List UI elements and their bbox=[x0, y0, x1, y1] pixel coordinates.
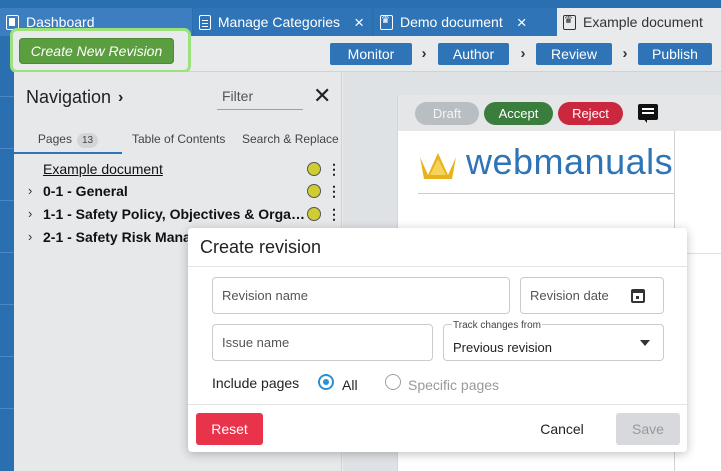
save-button[interactable]: Save bbox=[616, 413, 680, 445]
tab-label: Demo document bbox=[400, 14, 503, 30]
chevron-right-icon[interactable]: › bbox=[118, 89, 123, 107]
include-pages-label: Include pages bbox=[212, 375, 300, 391]
tree-item[interactable]: › 0-1 - General ⋮ bbox=[14, 180, 342, 202]
webmanuals-icon bbox=[380, 14, 393, 30]
close-icon[interactable]: × bbox=[354, 14, 364, 31]
expand-arrow-icon[interactable]: › bbox=[28, 226, 32, 248]
status-dot bbox=[307, 184, 321, 198]
left-sidebar-strip bbox=[0, 36, 14, 471]
radio-all[interactable] bbox=[318, 374, 334, 390]
stage-author-button[interactable]: Author bbox=[438, 43, 509, 65]
crown-icon bbox=[420, 153, 456, 179]
pages-count-badge: 13 bbox=[76, 133, 99, 148]
radio-specific-pages[interactable] bbox=[385, 374, 401, 390]
document-status-bar: Draft Accept Reject bbox=[398, 95, 721, 131]
logo-text: webmanuals bbox=[466, 141, 674, 182]
more-options-icon[interactable]: ⋮ bbox=[327, 203, 341, 225]
create-new-revision-button[interactable]: Create New Revision bbox=[19, 38, 174, 64]
reset-button[interactable]: Reset bbox=[196, 413, 263, 445]
expand-arrow-icon[interactable]: › bbox=[28, 180, 32, 202]
status-dot bbox=[307, 162, 321, 176]
more-options-icon[interactable]: ⋮ bbox=[327, 158, 341, 180]
divider bbox=[418, 193, 674, 194]
close-icon[interactable]: × bbox=[517, 14, 527, 31]
stage-publish-button[interactable]: Publish bbox=[638, 43, 712, 65]
tab-manage-categories[interactable]: Manage Categories × bbox=[193, 8, 372, 36]
more-options-icon[interactable]: ⋮ bbox=[327, 180, 341, 202]
filter-input[interactable] bbox=[217, 83, 303, 110]
create-revision-highlight: Create New Revision bbox=[10, 28, 191, 73]
tree-item-label[interactable]: 1-1 - Safety Policy, Objectives & Organi… bbox=[43, 203, 307, 225]
tab-demo-document[interactable]: Demo document × bbox=[374, 8, 557, 36]
document-icon bbox=[199, 14, 211, 30]
tab-search-replace[interactable]: Search & Replace bbox=[242, 128, 339, 154]
stage-review-button[interactable]: Review bbox=[536, 43, 612, 65]
tree-item-label[interactable]: 0-1 - General bbox=[43, 180, 128, 202]
expand-arrow-icon[interactable]: › bbox=[28, 203, 32, 225]
reject-button[interactable]: Reject bbox=[558, 102, 623, 125]
draft-button[interactable]: Draft bbox=[415, 102, 479, 125]
tree-item[interactable]: Example document ⋮ bbox=[14, 158, 342, 180]
close-icon[interactable]: ✕ bbox=[313, 85, 331, 107]
status-dot bbox=[307, 207, 321, 221]
cancel-button[interactable]: Cancel bbox=[531, 413, 593, 445]
tree-item[interactable]: › 1-1 - Safety Policy, Objectives & Orga… bbox=[14, 203, 342, 225]
create-revision-dialog: Create revision Track changes from Previ… bbox=[188, 228, 687, 452]
tree-item-label[interactable]: Example document bbox=[43, 158, 163, 180]
dialog-title: Create revision bbox=[200, 237, 322, 257]
tab-table-of-contents[interactable]: Table of Contents bbox=[132, 128, 225, 154]
dropdown-caret-icon[interactable] bbox=[640, 340, 650, 346]
chevron-right-icon: › bbox=[622, 45, 628, 62]
divider bbox=[188, 404, 687, 405]
webmanuals-icon bbox=[563, 14, 576, 30]
calendar-icon[interactable] bbox=[631, 289, 645, 303]
comment-icon[interactable] bbox=[638, 104, 658, 123]
tab-label: Manage Categories bbox=[217, 14, 341, 30]
track-changes-label: Track changes from bbox=[452, 320, 542, 331]
radio-specific-pages-label[interactable]: Specific pages bbox=[408, 377, 499, 393]
tab-example-document[interactable]: Example document bbox=[557, 8, 721, 36]
revision-name-input[interactable] bbox=[212, 277, 510, 314]
tab-pages-label: Pages bbox=[37, 132, 72, 146]
navigation-tabs: Pages 13 Table of Contents Search & Repla… bbox=[14, 128, 342, 154]
tab-label: Example document bbox=[583, 14, 703, 30]
accept-button[interactable]: Accept bbox=[484, 102, 553, 125]
divider bbox=[188, 266, 687, 267]
webmanuals-logo: webmanuals bbox=[418, 139, 678, 187]
chevron-right-icon: › bbox=[520, 45, 526, 62]
radio-all-label[interactable]: All bbox=[342, 377, 358, 393]
navigation-title: Navigation bbox=[26, 87, 112, 107]
tab-pages[interactable]: Pages 13 bbox=[14, 128, 122, 154]
chevron-right-icon: › bbox=[421, 45, 427, 62]
stage-monitor-button[interactable]: Monitor bbox=[330, 43, 412, 65]
track-changes-value[interactable]: Previous revision bbox=[453, 340, 552, 355]
issue-name-input[interactable] bbox=[212, 324, 433, 361]
